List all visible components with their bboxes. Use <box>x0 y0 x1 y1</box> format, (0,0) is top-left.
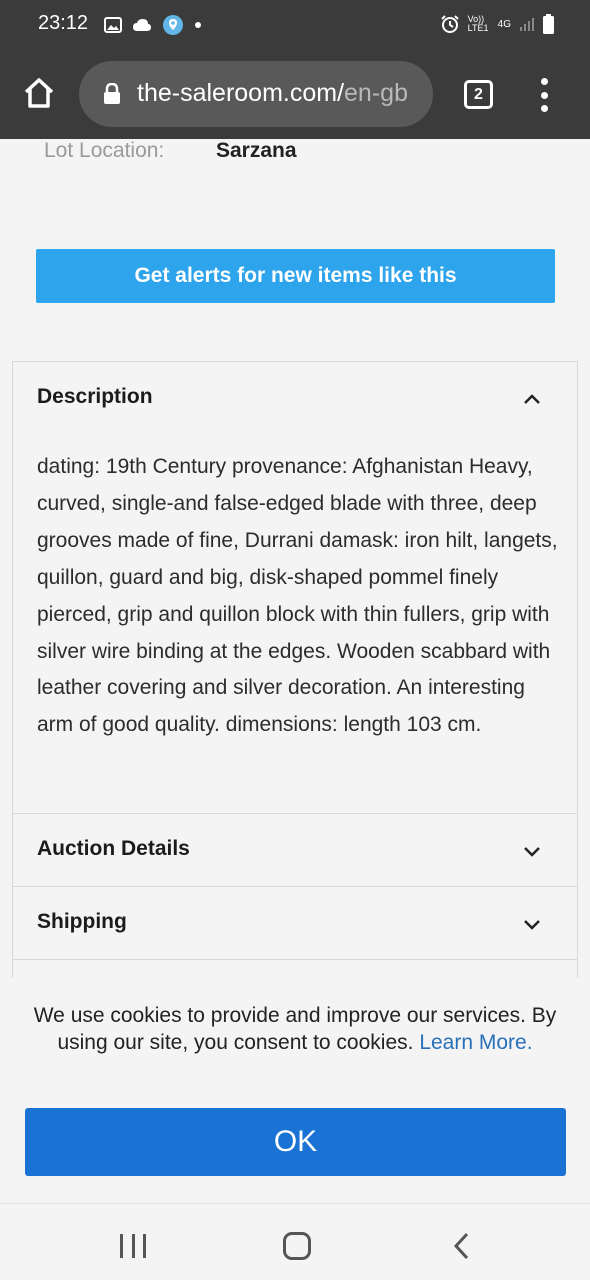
auction-details-title: Auction Details <box>37 837 190 860</box>
gallery-icon <box>104 17 122 33</box>
more-vert-icon[interactable] <box>537 78 551 112</box>
nav-home-icon[interactable] <box>283 1232 311 1260</box>
browser-toolbar: the-saleroom.com/en-gb 2 <box>0 50 590 139</box>
network-label: Vo)) LTE1 <box>467 14 489 33</box>
description-header[interactable]: Description <box>13 362 577 435</box>
get-alerts-button[interactable]: Get alerts for new items like this <box>36 249 555 303</box>
recent-apps-icon[interactable] <box>120 1234 146 1258</box>
back-icon[interactable] <box>452 1232 472 1260</box>
lot-location-label: Lot Location: <box>44 139 165 162</box>
chevron-down-icon <box>524 847 540 857</box>
shipping-title: Shipping <box>37 910 127 933</box>
lot-location-value: Sarzana <box>216 139 297 162</box>
url-domain: the-saleroom.com/ <box>137 79 345 107</box>
shipping-header[interactable]: Shipping <box>13 887 577 960</box>
address-bar[interactable]: the-saleroom.com/en-gb <box>79 61 433 127</box>
status-system-icons: Vo)) LTE1 4G <box>440 14 554 34</box>
home-icon[interactable] <box>22 76 56 110</box>
url-text: the-saleroom.com/en-gb <box>137 79 408 108</box>
system-nav-bar <box>0 1203 590 1280</box>
description-title: Description <box>37 385 153 408</box>
status-bar: 23:12 Vo)) LTE1 4G <box>0 0 590 50</box>
tabs-icon[interactable]: 2 <box>464 80 493 109</box>
lot-location-row: Lot Location: Sarzana <box>44 139 564 167</box>
signal-icon <box>520 18 534 31</box>
learn-more-link[interactable]: Learn More. <box>419 1031 532 1054</box>
cookie-banner: We use cookies to provide and improve ou… <box>0 978 590 1203</box>
divider <box>13 959 577 960</box>
status-time: 23:12 <box>38 12 89 34</box>
cloud-icon <box>133 19 151 31</box>
chevron-down-icon <box>524 920 540 930</box>
battery-icon <box>543 14 554 34</box>
lock-icon <box>104 83 120 104</box>
location-app-icon <box>163 15 183 35</box>
cookie-message: We use cookies to provide and improve ou… <box>20 1002 570 1056</box>
description-text: dating: 19th Century provenance: Afghani… <box>37 455 558 737</box>
auction-details-header[interactable]: Auction Details <box>13 814 577 887</box>
cookie-ok-button[interactable]: OK <box>25 1108 566 1176</box>
dot-icon <box>195 22 201 28</box>
page-content: Lot Location: Sarzana Get alerts for new… <box>0 139 590 1203</box>
url-path: en-gb <box>344 79 408 107</box>
chevron-up-icon <box>524 394 540 404</box>
status-notification-icons <box>104 14 202 36</box>
alarm-icon <box>440 15 459 33</box>
signal-type: 4G <box>497 18 511 30</box>
